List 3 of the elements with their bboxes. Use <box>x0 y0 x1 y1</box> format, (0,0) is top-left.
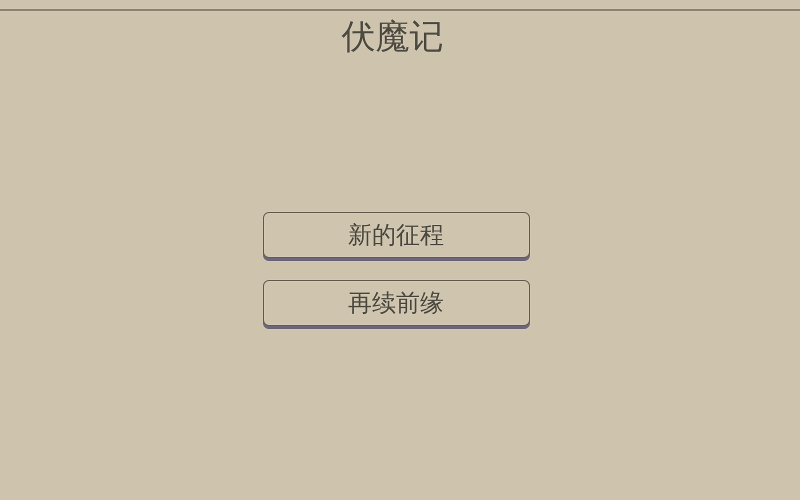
menu-button[interactable]: 新的征程 <box>262 212 530 258</box>
menu-button[interactable]: 再续前缘 <box>262 280 530 326</box>
game-title: 伏魔记 <box>342 16 444 59</box>
